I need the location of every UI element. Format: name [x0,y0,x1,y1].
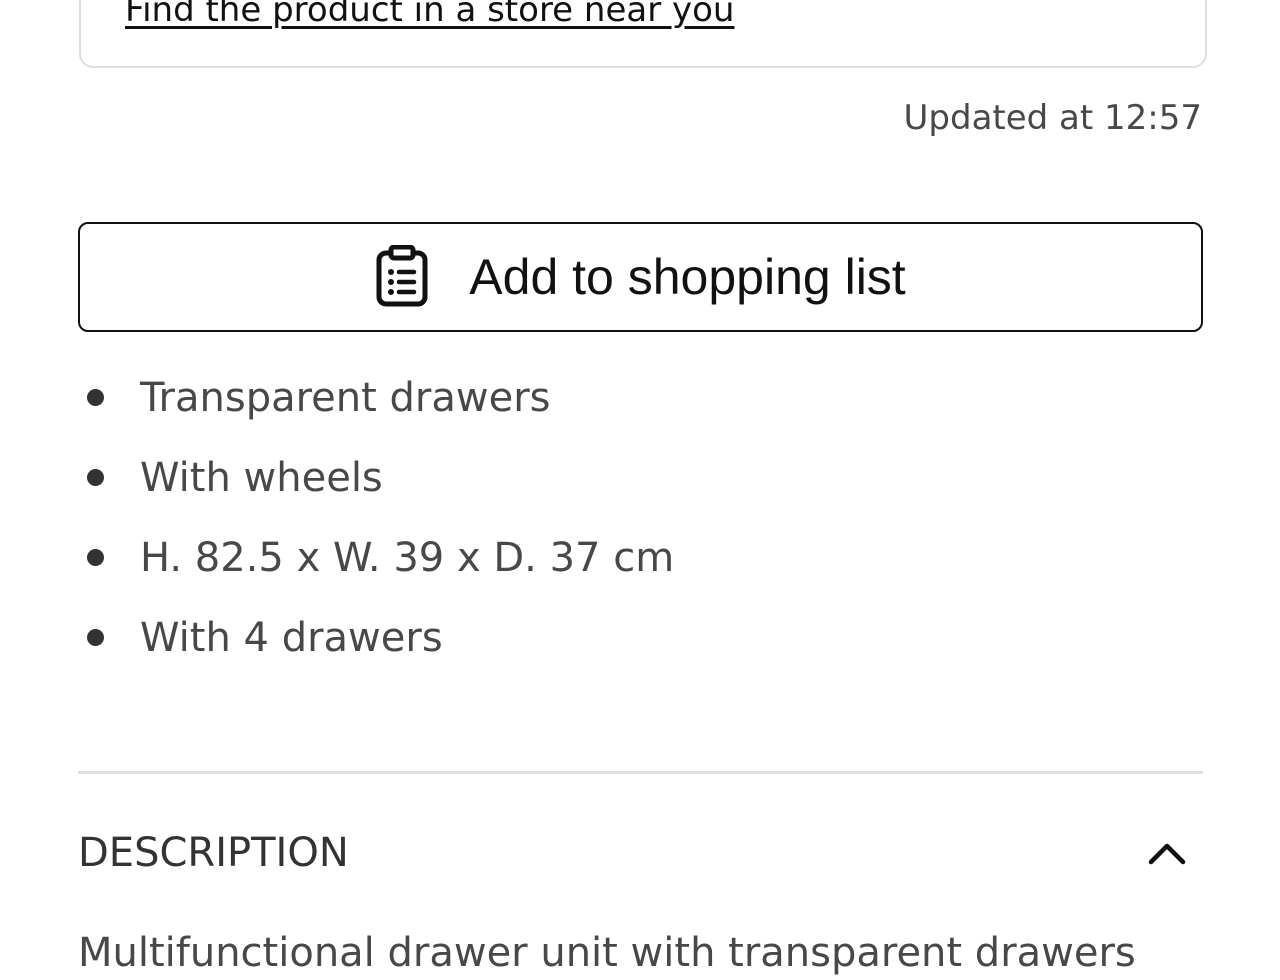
feature-item: With wheels [78,438,674,518]
add-to-shopping-list-label: Add to shopping list [469,249,906,305]
description-text: Multifunctional drawer unit with transpa… [78,930,1136,976]
chevron-up-icon[interactable] [1147,841,1187,865]
feature-text: Transparent drawers [140,375,551,421]
bullet-icon [87,389,104,406]
feature-text: With wheels [140,455,383,501]
clipboard-list-icon [376,245,428,307]
bullet-icon [87,469,104,486]
updated-timestamp: Updated at 12:57 [903,98,1202,138]
section-divider [78,771,1203,774]
add-to-shopping-list-button[interactable]: Add to shopping list [78,222,1203,332]
description-accordion-header[interactable]: DESCRIPTION [78,815,1203,891]
store-availability-card: Find the product in a store near you [79,0,1207,68]
bullet-icon [87,629,104,646]
description-title: DESCRIPTION [78,830,349,876]
product-features-list: Transparent drawers With wheels H. 82.5 … [78,358,674,678]
bullet-icon [87,549,104,566]
feature-item: With 4 drawers [78,598,674,678]
feature-text: H. 82.5 x W. 39 x D. 37 cm [140,535,675,581]
feature-item: Transparent drawers [78,358,674,438]
feature-text: With 4 drawers [140,615,443,661]
find-in-store-link[interactable]: Find the product in a store near you [125,0,734,30]
feature-item: H. 82.5 x W. 39 x D. 37 cm [78,518,674,598]
